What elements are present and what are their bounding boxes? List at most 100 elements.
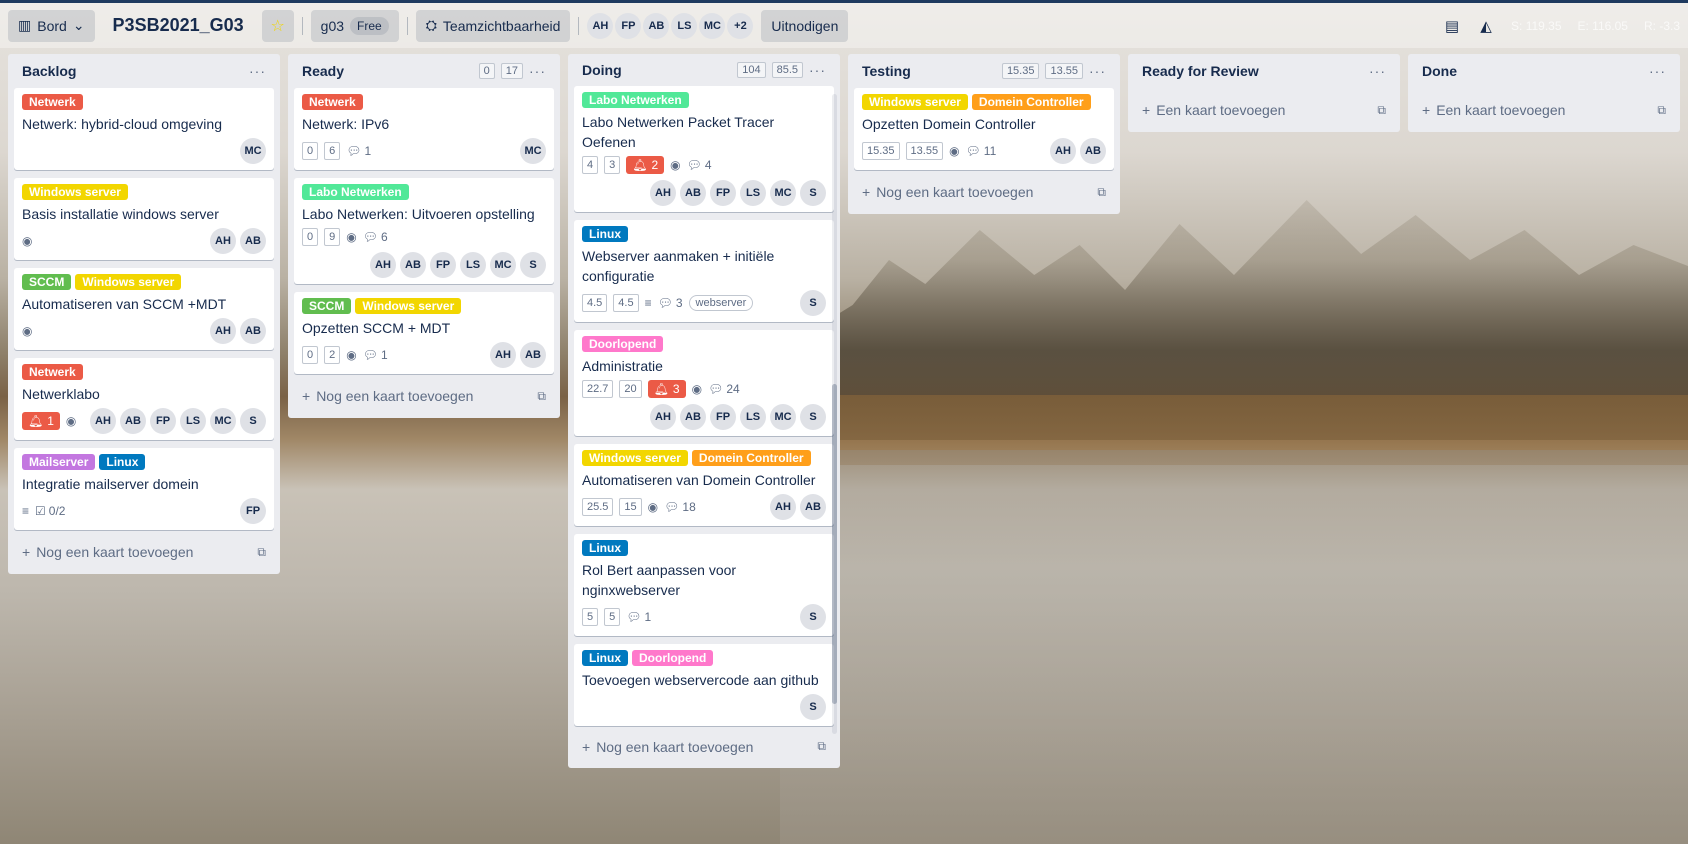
label-netwerk[interactable]: Netwerk (302, 94, 363, 110)
member-avatar[interactable]: MC (699, 12, 726, 39)
card-title[interactable]: Netwerklabo (22, 384, 266, 404)
list-title[interactable]: Backlog (22, 63, 243, 79)
card[interactable]: Netwerk Netwerklabo 🔔︎ 1 ◉ AH AB FP LS MC S (14, 358, 274, 440)
scrollbar-thumb[interactable] (832, 384, 837, 704)
avatar[interactable]: AH (650, 179, 676, 206)
label-domein-controller[interactable]: Domein Controller (691, 449, 811, 466)
avatar[interactable]: FP (150, 408, 176, 434)
list-menu-icon[interactable]: ··· (809, 62, 826, 78)
card-title[interactable]: Labo Netwerken: Uitvoeren opstelling (302, 204, 546, 224)
card-title[interactable]: Integratie mailserver domein (22, 474, 266, 494)
template-icon[interactable]: ⧉ (537, 389, 546, 404)
list-menu-icon[interactable]: ··· (1369, 63, 1386, 79)
more-members-button[interactable]: +2 (727, 12, 754, 39)
avatar[interactable]: FP (240, 498, 266, 524)
list-menu-icon[interactable]: ··· (529, 63, 546, 79)
avatar[interactable]: AH (370, 252, 396, 278)
template-icon[interactable]: ⧉ (1657, 103, 1666, 118)
label-windows-server[interactable]: Windows server (75, 274, 182, 290)
avatar[interactable]: AB (400, 252, 426, 278)
card[interactable]: SCCM Windows server Opzetten SCCM + MDT 0 2 ◉… (294, 292, 554, 374)
star-button[interactable]: ☆ (261, 9, 294, 42)
member-avatar[interactable]: AB (643, 12, 670, 39)
member-avatar[interactable]: FP (615, 12, 642, 39)
card[interactable]: Linux Rol Bert aanpassen voor nginxwebser… (574, 533, 834, 636)
list-title[interactable]: Done (1422, 63, 1643, 79)
card[interactable]: Linux Doorlopend Toevoegen webservercode a… (574, 643, 834, 726)
table-view-icon[interactable]: ▤ (1443, 17, 1461, 35)
avatar[interactable]: AH (210, 318, 236, 344)
avatar[interactable]: AB (520, 342, 546, 368)
member-avatar[interactable]: LS (671, 12, 698, 39)
workspace-button[interactable]: g03 Free (310, 9, 399, 42)
card-title[interactable]: Labo Netwerken Packet Tracer Oefenen (582, 112, 826, 152)
avatar[interactable]: LS (740, 403, 766, 430)
list-title[interactable]: Doing (582, 62, 731, 78)
avatar[interactable]: S (520, 252, 546, 278)
avatar[interactable]: S (800, 289, 826, 316)
template-icon[interactable]: ⧉ (257, 545, 266, 560)
list-menu-icon[interactable]: ··· (1649, 63, 1666, 79)
avatar[interactable]: MC (240, 138, 266, 164)
avatar[interactable]: MC (770, 179, 796, 206)
add-card-button[interactable]: + Nog een kaart toevoegen ⧉ (574, 734, 834, 760)
label-linux[interactable]: Linux (582, 649, 628, 666)
card[interactable]: Windows server Basis installatie windows … (14, 178, 274, 260)
label-netwerk[interactable]: Netwerk (22, 364, 83, 380)
avatar[interactable]: AB (800, 493, 826, 520)
avatar[interactable]: FP (710, 403, 736, 430)
list-menu-icon[interactable]: ··· (1089, 63, 1106, 79)
avatar[interactable]: S (800, 693, 826, 720)
card-title[interactable]: Opzetten Domein Controller (862, 114, 1106, 134)
avatar[interactable]: AH (1050, 138, 1076, 164)
card[interactable]: Mailserver Linux Integratie mailserver dom… (14, 448, 274, 530)
avatar[interactable]: S (800, 403, 826, 430)
avatar[interactable]: FP (430, 252, 456, 278)
add-card-button[interactable]: + Een kaart toevoegen ⧉ (1134, 96, 1394, 124)
template-icon[interactable]: ⧉ (1097, 185, 1106, 200)
add-card-button[interactable]: + Nog een kaart toevoegen ⧉ (854, 178, 1114, 206)
card-title[interactable]: Administratie (582, 356, 826, 376)
label-netwerk[interactable]: Netwerk (22, 94, 83, 110)
label-sccm[interactable]: SCCM (22, 274, 72, 290)
label-doorlopend[interactable]: Doorlopend (582, 335, 664, 352)
avatar[interactable]: AB (680, 179, 706, 206)
avatar[interactable]: AB (1080, 138, 1106, 164)
card-title[interactable]: Opzetten SCCM + MDT (302, 318, 546, 338)
label-sccm[interactable]: SCCM (302, 298, 352, 314)
template-icon[interactable]: ⧉ (817, 739, 826, 754)
avatar[interactable]: LS (460, 252, 486, 278)
board-title[interactable]: P3SB2021_G03 (103, 15, 254, 36)
label-linux[interactable]: Linux (582, 539, 628, 556)
avatar[interactable]: AH (90, 408, 116, 434)
label-labo-netwerken[interactable]: Labo Netwerken (582, 91, 689, 108)
chart-icon[interactable]: ◭ (1477, 17, 1495, 35)
member-avatar[interactable]: AH (587, 12, 614, 39)
label-linux[interactable]: Linux (99, 454, 146, 470)
scrollbar[interactable] (832, 94, 837, 734)
avatar[interactable]: FP (710, 179, 736, 206)
avatar[interactable]: MC (210, 408, 236, 434)
card[interactable]: SCCM Windows server Automatiseren van SCCM… (14, 268, 274, 350)
card-title[interactable]: Webserver aanmaken + initiële configurat… (582, 246, 826, 286)
view-switcher-button[interactable]: ▥ Bord ⌄ (8, 9, 95, 42)
card-title[interactable]: Netwerk: IPv6 (302, 114, 546, 134)
card-title[interactable]: Toevoegen webservercode aan github (582, 670, 826, 690)
card-title[interactable]: Netwerk: hybrid-cloud omgeving (22, 114, 266, 134)
avatar[interactable]: AH (650, 403, 676, 430)
avatar[interactable]: AB (240, 228, 266, 254)
list-menu-icon[interactable]: ··· (249, 63, 266, 79)
label-doorlopend[interactable]: Doorlopend (632, 649, 714, 666)
add-card-button[interactable]: + Nog een kaart toevoegen ⧉ (294, 382, 554, 410)
card[interactable]: Windows server Domein Controller Automatis… (574, 443, 834, 526)
avatar[interactable]: MC (490, 252, 516, 278)
avatar[interactable]: S (240, 408, 266, 434)
list-title[interactable]: Ready for Review (1142, 63, 1363, 79)
avatar[interactable]: AH (210, 228, 236, 254)
add-card-button[interactable]: + Nog een kaart toevoegen ⧉ (14, 538, 274, 566)
card-title[interactable]: Rol Bert aanpassen voor nginxwebserver (582, 560, 826, 600)
card[interactable]: Labo Netwerken Labo Netwerken: Uitvoeren … (294, 178, 554, 284)
card-title[interactable]: Automatiseren van SCCM +MDT (22, 294, 266, 314)
label-windows-server[interactable]: Windows server (355, 298, 462, 314)
card[interactable]: Windows server Domein Controller Opzetten … (854, 88, 1114, 170)
